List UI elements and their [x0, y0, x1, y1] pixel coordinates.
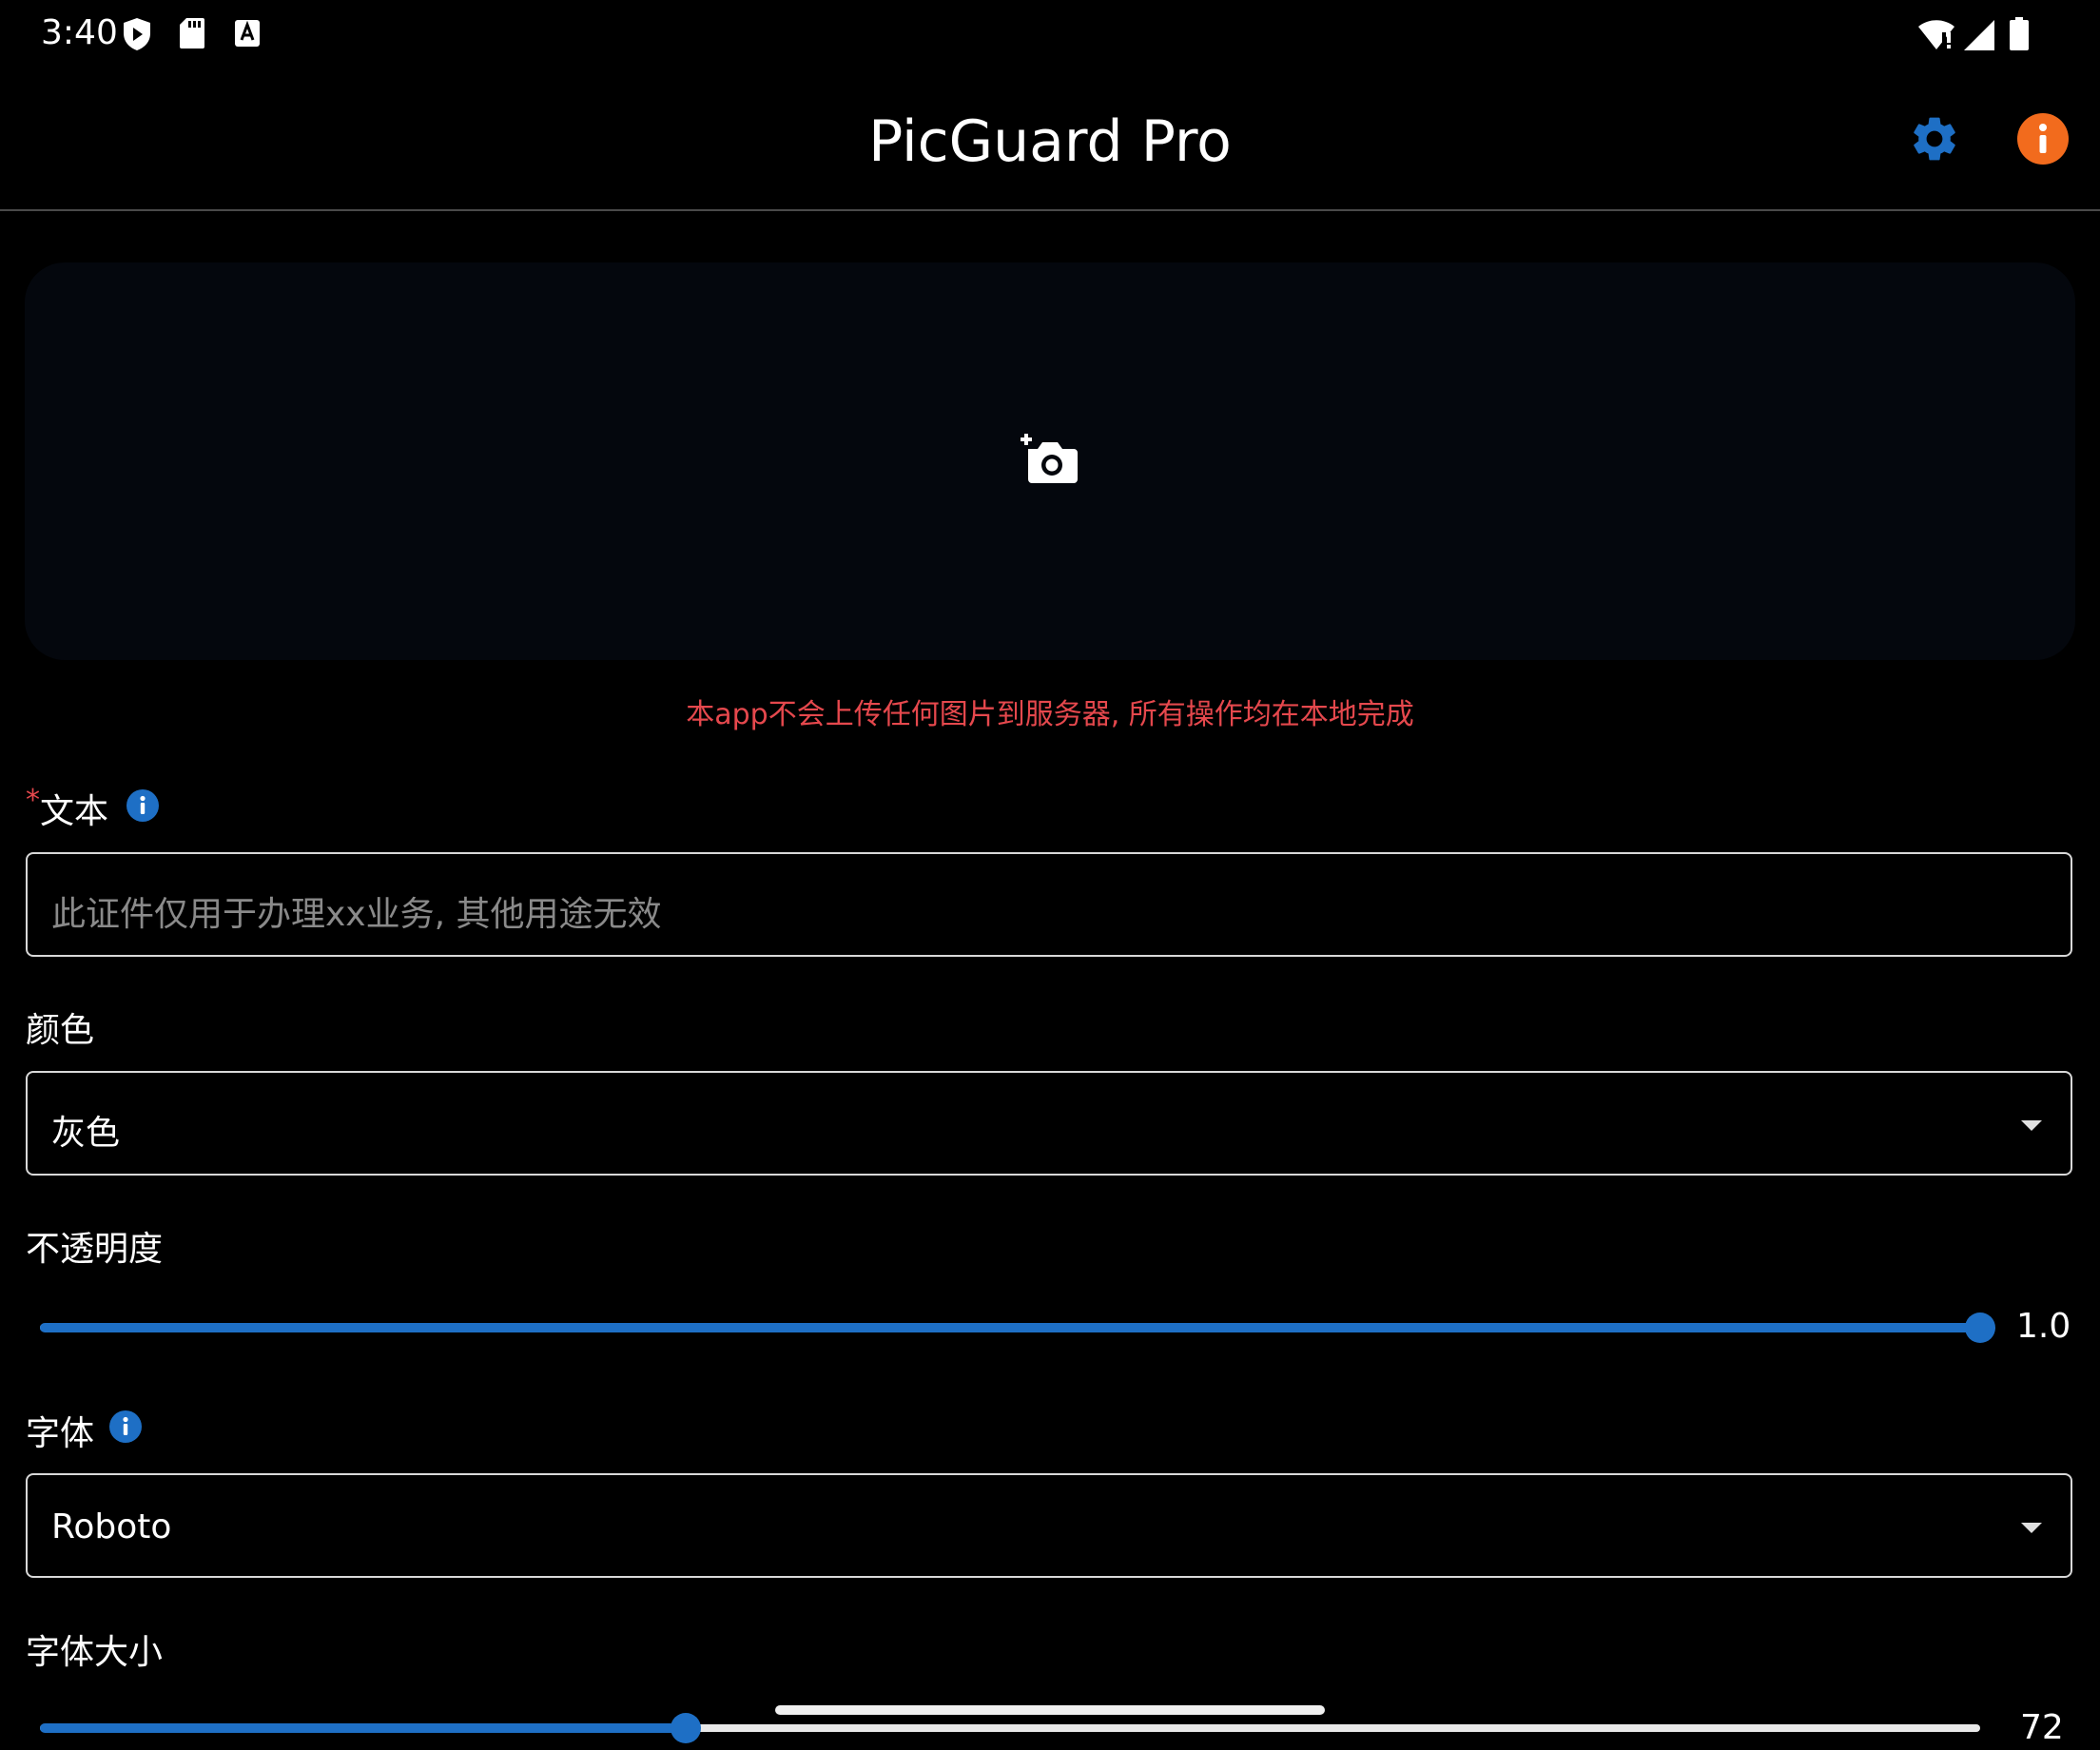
info-icon[interactable] [2016, 112, 2070, 165]
gear-icon[interactable] [1908, 112, 1961, 165]
font-size-slider[interactable] [40, 1709, 1980, 1747]
app-bar: PicGuard Pro [0, 68, 2100, 211]
privacy-notice: 本app不会上传任何图片到服务器, 所有操作均在本地完成 [686, 698, 1414, 731]
opacity-value: 1.0 [2016, 1307, 2071, 1346]
slider-thumb[interactable] [671, 1713, 701, 1743]
color-select[interactable]: 灰色 [26, 1071, 2072, 1176]
text-info-icon[interactable] [126, 788, 160, 823]
required-mark: * [26, 784, 40, 817]
sd-card-icon [179, 17, 205, 53]
battery-icon [2009, 17, 2030, 55]
text-label: *文本 [26, 784, 108, 833]
chevron-down-icon [2021, 1520, 2042, 1538]
text-input-placeholder: 此证件仅用于办理xx业务, 其他用途无效 [51, 895, 662, 934]
app-title: PicGuard Pro [868, 108, 1232, 175]
color-label: 颜色 [26, 1011, 95, 1050]
text-label-text: 文本 [40, 792, 109, 831]
chevron-down-icon [2021, 1118, 2042, 1136]
status-time: 3:40 [41, 13, 118, 52]
keyboard-a-icon [234, 17, 261, 53]
home-indicator[interactable] [775, 1705, 1325, 1715]
slider-active-track [40, 1723, 686, 1733]
font-select[interactable]: Roboto [26, 1473, 2072, 1578]
slider-active-track [40, 1323, 1980, 1332]
opacity-label: 不透明度 [26, 1230, 164, 1269]
font-select-value: Roboto [51, 1507, 172, 1546]
wifi-alert-icon [1917, 19, 1955, 55]
opacity-slider[interactable] [40, 1309, 1995, 1347]
text-input[interactable]: 此证件仅用于办理xx业务, 其他用途无效 [26, 852, 2072, 957]
add-photo-camera-icon[interactable] [1019, 432, 1079, 489]
shield-play-icon [122, 17, 152, 55]
slider-thumb[interactable] [1965, 1312, 1995, 1343]
font-label: 字体 [26, 1414, 95, 1453]
cell-signal-icon [1963, 19, 1995, 55]
color-select-value: 灰色 [51, 1114, 121, 1153]
font-size-value: 72 [2020, 1708, 2064, 1747]
status-bar: 3:40 [0, 0, 2100, 68]
font-size-label: 字体大小 [26, 1633, 164, 1672]
font-info-icon[interactable] [108, 1410, 143, 1444]
